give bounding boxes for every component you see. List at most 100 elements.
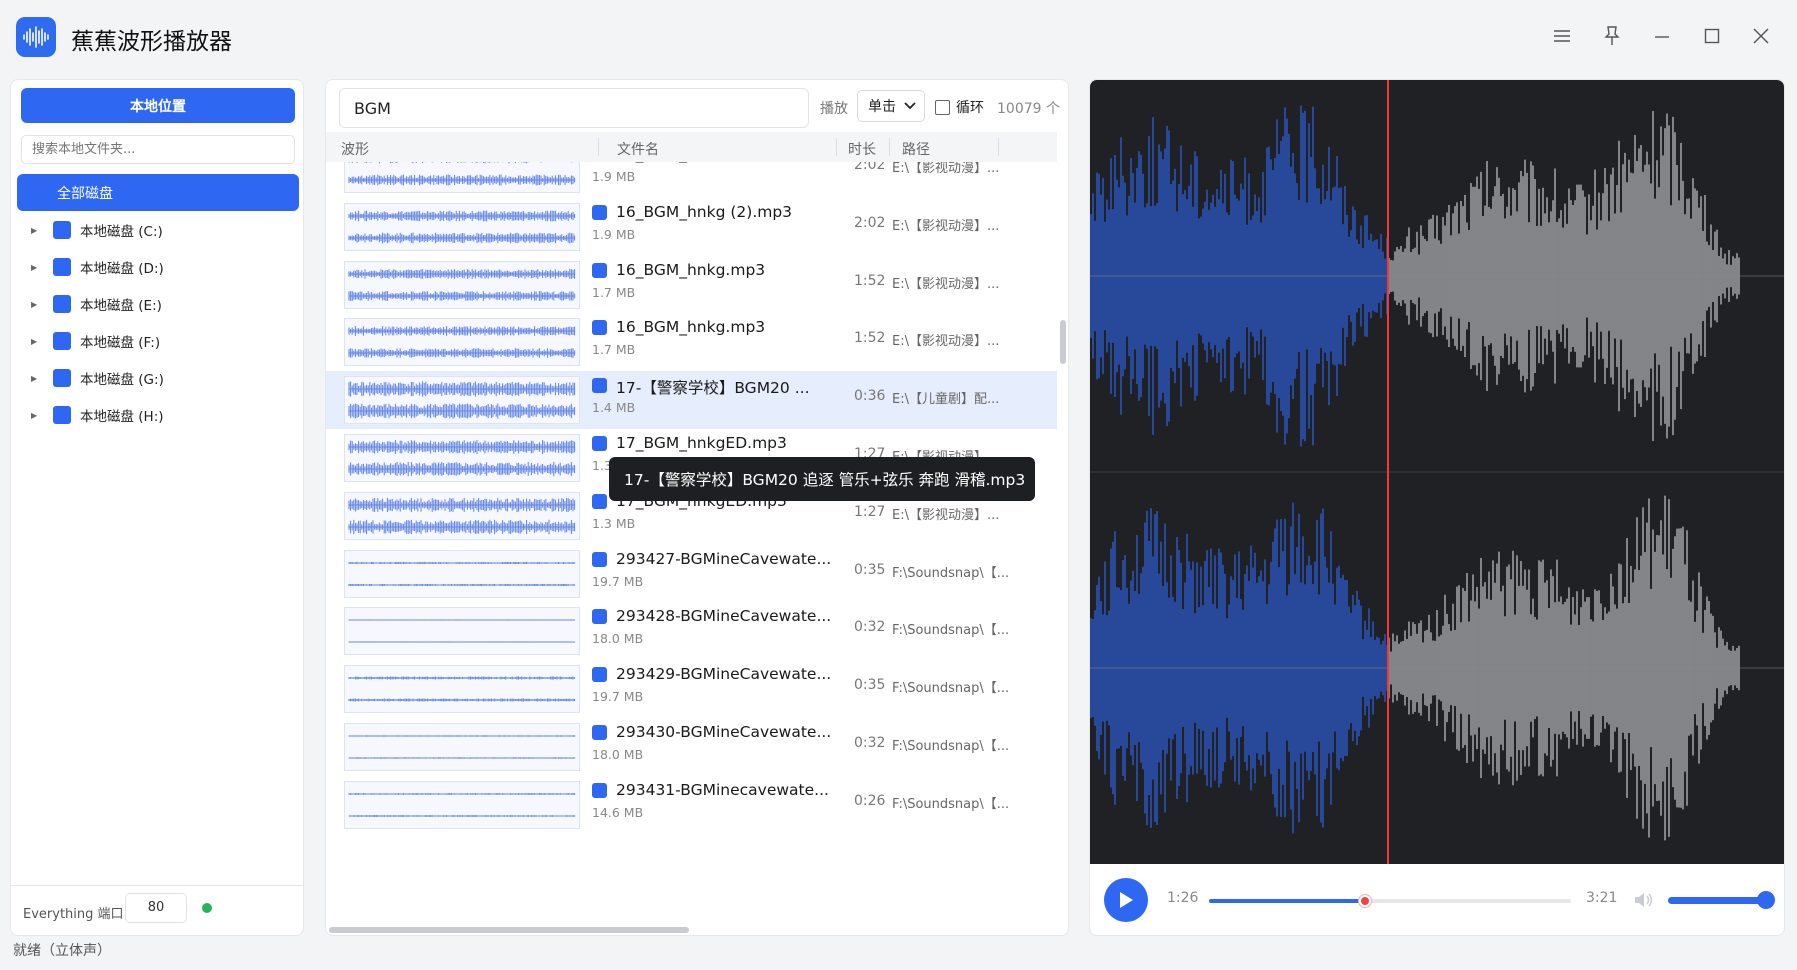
- play-mode-label: 播放: [820, 101, 848, 117]
- seek-progress: [1209, 899, 1365, 903]
- file-list-panel: 播放 单击 循环 10079 个 波形 文件名 时长 路径 16_BGM_hnk…: [325, 79, 1069, 936]
- file-path: E:\【影视动漫】...: [892, 334, 1000, 350]
- disk-label: 本地磁盘 (C:): [80, 224, 163, 240]
- result-count: 10079 个: [997, 101, 1060, 117]
- file-row[interactable]: 16_BGM_hnkg.mp3 1.7 MB 1:52 E:\【影视动漫】...: [326, 256, 1057, 314]
- volume-slider[interactable]: [1668, 897, 1766, 904]
- disk-item-c[interactable]: ▶ 本地磁盘 (C:): [11, 215, 303, 245]
- column-divider[interactable]: [598, 138, 599, 156]
- file-duration: 2:02: [854, 214, 886, 231]
- waveform-thumbnail[interactable]: [344, 434, 580, 482]
- file-duration: 0:26: [854, 792, 886, 809]
- pin-icon[interactable]: [1598, 22, 1626, 50]
- file-duration: 0:35: [854, 677, 886, 694]
- file-row[interactable]: 293430-BGMineCavewate... 18.0 MB 0:32 F:\So…: [326, 718, 1057, 776]
- app-title: 蕉蕉波形播放器: [71, 29, 232, 55]
- waveform-thumbnail[interactable]: [344, 607, 580, 656]
- expand-arrow-icon[interactable]: ▶: [31, 226, 37, 235]
- file-size: 1.9 MB: [592, 226, 636, 242]
- loop-checkbox[interactable]: 循环: [935, 97, 984, 117]
- waveform-thumbnail[interactable]: [344, 202, 580, 251]
- file-row[interactable]: 16_BGM_hnkg (2).mp3 1.9 MB 2:02 E:\【影视动漫】..…: [326, 198, 1057, 256]
- file-path: F:\Soundsnap\【...: [892, 623, 1010, 639]
- volume-icon[interactable]: [1633, 891, 1655, 913]
- expand-arrow-icon[interactable]: ▶: [31, 337, 37, 346]
- connection-status-dot: [202, 903, 212, 913]
- file-row[interactable]: 293431-BGMinecavewate... 14.6 MB 0:26 F:\So…: [326, 776, 1057, 834]
- audio-file-icon: [592, 725, 607, 740]
- waveform-thumbnail[interactable]: [344, 376, 580, 425]
- seek-bar[interactable]: [1209, 895, 1571, 907]
- file-path: E:\【儿童剧】配...: [892, 392, 1000, 408]
- file-duration: 0:32: [854, 619, 886, 636]
- everything-port-input[interactable]: 80: [125, 893, 187, 923]
- play-mode-value: 单击: [868, 99, 896, 115]
- title-bar: 蕉蕉波形播放器: [0, 0, 1797, 72]
- column-path[interactable]: 路径: [902, 139, 930, 159]
- minimize-icon[interactable]: [1648, 22, 1676, 50]
- file-row[interactable]: 16_BGM_hnkg (2).mp3 1.9 MB 2:02 E:\【影视动漫】..…: [326, 162, 1057, 198]
- expand-arrow-icon[interactable]: ▶: [31, 374, 37, 383]
- waveform-thumbnail[interactable]: [344, 318, 580, 367]
- waveform-canvas[interactable]: [1090, 80, 1785, 864]
- disk-item-d[interactable]: ▶ 本地磁盘 (D:): [11, 252, 303, 282]
- disk-item-g[interactable]: ▶ 本地磁盘 (G:): [11, 363, 303, 393]
- file-name: 16_BGM_hnkg.mp3: [616, 260, 766, 279]
- waveform-thumbnail[interactable]: [344, 665, 580, 714]
- file-row[interactable]: 293427-BGMineCavewate... 19.7 MB 0:35 F:\So…: [326, 545, 1057, 603]
- local-location-button[interactable]: 本地位置: [21, 88, 295, 123]
- search-input[interactable]: [339, 88, 809, 128]
- file-path: F:\Soundsnap\【...: [892, 796, 1010, 812]
- audio-file-icon: [592, 262, 607, 278]
- file-row[interactable]: 293429-BGMineCavewate... 19.7 MB 0:35 F:\So…: [326, 660, 1057, 718]
- column-waveform[interactable]: 波形: [341, 139, 369, 159]
- column-filename[interactable]: 文件名: [617, 139, 659, 159]
- seek-handle[interactable]: [1358, 895, 1371, 907]
- waveform-thumbnail[interactable]: [344, 723, 580, 771]
- total-time: 3:21: [1586, 890, 1618, 906]
- expand-arrow-icon[interactable]: ▶: [31, 300, 37, 309]
- file-name: 16_BGM_hnkg (2).mp3: [616, 162, 792, 163]
- left-panel: 本地位置 全部磁盘 ▶ 本地磁盘 (C:) ▶ 本地磁盘 (D:) ▶ 本地磁盘…: [10, 79, 304, 936]
- column-divider[interactable]: [998, 138, 999, 156]
- play-button[interactable]: [1104, 878, 1148, 922]
- column-divider[interactable]: [836, 138, 837, 156]
- volume-handle[interactable]: [1757, 891, 1775, 909]
- expand-arrow-icon[interactable]: ▶: [31, 411, 37, 420]
- disk-item-h[interactable]: ▶ 本地磁盘 (H:): [11, 400, 303, 430]
- horizontal-scrollbar[interactable]: [329, 927, 689, 933]
- waveform-thumbnail[interactable]: [344, 260, 580, 309]
- disk-label: 本地磁盘 (D:): [80, 261, 164, 277]
- file-name: 293428-BGMineCavewate...: [616, 607, 832, 626]
- file-row[interactable]: 293428-BGMineCavewate... 18.0 MB 0:32 F:\So…: [326, 602, 1057, 660]
- file-size: 1.7 MB: [592, 284, 636, 300]
- vertical-scrollbar[interactable]: [1060, 320, 1066, 364]
- waveform-thumbnail[interactable]: [344, 162, 580, 193]
- column-duration[interactable]: 时长: [848, 139, 876, 159]
- column-divider[interactable]: [889, 138, 890, 156]
- folder-search-input[interactable]: [21, 135, 295, 164]
- all-disks-item[interactable]: 全部磁盘: [17, 174, 299, 211]
- waveform-thumbnail[interactable]: [344, 549, 580, 598]
- file-name: 16_BGM_hnkg (2).mp3: [616, 202, 793, 221]
- file-duration: 0:36: [854, 388, 886, 405]
- file-name: 293427-BGMineCavewate...: [616, 549, 832, 568]
- close-icon[interactable]: [1747, 22, 1775, 50]
- audio-file-icon: [592, 204, 607, 220]
- menu-icon[interactable]: [1548, 22, 1576, 50]
- waveform-thumbnail[interactable]: [344, 491, 580, 540]
- file-size: 1.4 MB: [592, 400, 636, 416]
- play-mode-select[interactable]: 单击: [857, 90, 925, 122]
- expand-arrow-icon[interactable]: ▶: [31, 263, 37, 272]
- file-row[interactable]: 16_BGM_hnkg.mp3 1.7 MB 1:52 E:\【影视动漫】...: [326, 313, 1057, 371]
- waveform-view[interactable]: [1090, 80, 1785, 864]
- disk-item-f[interactable]: ▶ 本地磁盘 (F:): [11, 326, 303, 356]
- checkbox-icon[interactable]: [935, 99, 950, 115]
- disk-icon: [53, 369, 71, 387]
- file-row[interactable]: 17-【警察学校】BGM20 ... 1.4 MB 0:36 E:\【儿童剧】配...: [326, 371, 1057, 429]
- file-size: 1.7 MB: [592, 342, 636, 358]
- disk-item-e[interactable]: ▶ 本地磁盘 (E:): [11, 289, 303, 319]
- waveform-thumbnail[interactable]: [344, 780, 580, 829]
- everything-port-label: Everything 端口: [23, 907, 124, 922]
- maximize-icon[interactable]: [1698, 22, 1726, 50]
